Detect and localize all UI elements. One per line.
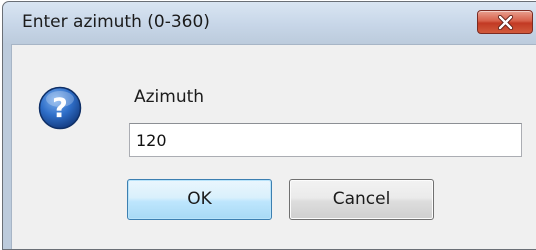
cancel-button[interactable]: Cancel (289, 179, 434, 220)
svg-text:?: ? (52, 93, 68, 124)
close-button[interactable] (477, 10, 533, 34)
azimuth-input[interactable] (129, 123, 522, 157)
dialog-body: ? Azimuth OK Cancel (11, 44, 536, 249)
question-icon: ? (38, 86, 82, 130)
azimuth-label: Azimuth (134, 87, 205, 107)
input-dialog: Enter azimuth (0-360) ? Azimuth 120 OK C… (2, 1, 536, 250)
title-bar[interactable]: Enter azimuth (0-360) (3, 2, 536, 44)
ok-button[interactable]: OK (127, 179, 272, 220)
close-icon (497, 15, 514, 30)
dialog-title: Enter azimuth (0-360) (22, 12, 210, 32)
page: Enter azimuth (0-360) ? Azimuth 120 OK C… (0, 0, 536, 250)
